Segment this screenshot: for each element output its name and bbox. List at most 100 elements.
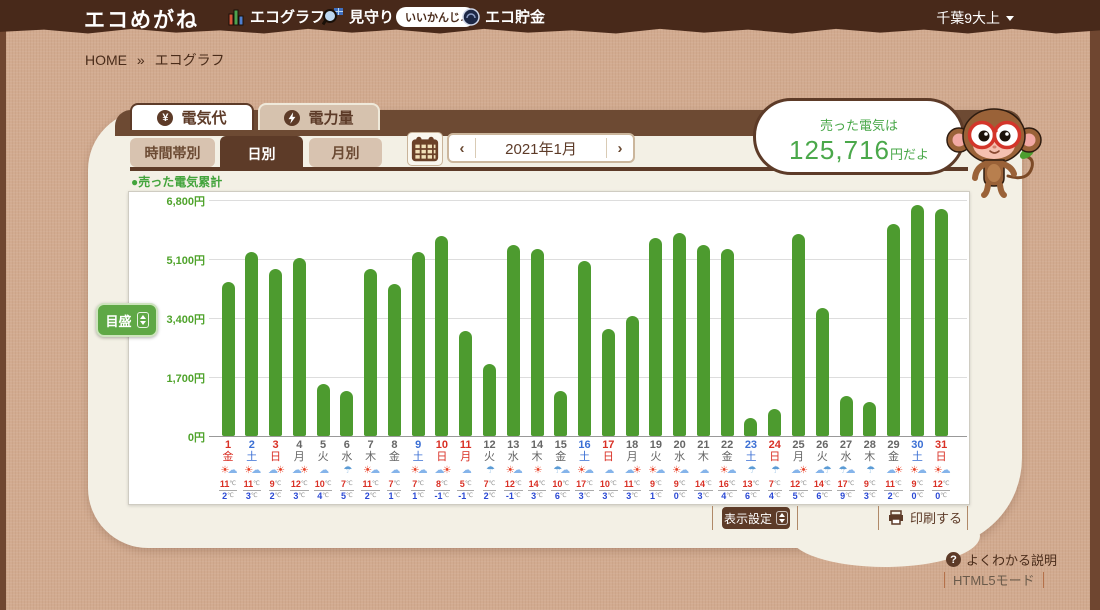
mascot-speech-bubble: 売った電気は 125,716円だよ — [753, 98, 965, 175]
bar-day-26 — [816, 308, 829, 436]
bar-day-3 — [269, 269, 282, 436]
gridline — [209, 200, 967, 201]
bar-day-8 — [388, 284, 401, 436]
bolt-icon — [284, 110, 300, 126]
prev-month-button[interactable]: ‹ — [449, 140, 475, 157]
current-month-label: 2021年1月 — [476, 138, 606, 159]
bar-day-9 — [412, 252, 425, 436]
top-navbar: エコめがね エコグラフ 見守り いいかんじ♪ — [0, 0, 1100, 38]
breadcrumb-separator: » — [137, 52, 145, 68]
breadcrumb-home-link[interactable]: HOME — [85, 52, 127, 68]
y-tick-label: 0円 — [129, 429, 205, 445]
bar-day-1 — [222, 282, 235, 436]
question-icon: ? — [946, 552, 961, 567]
calendar-button[interactable] — [407, 132, 443, 166]
tab-power-amount-label: 電力量 — [308, 107, 353, 128]
scale-button[interactable]: 目盛 — [96, 303, 158, 337]
nav-ecochokin[interactable]: エコ貯金 — [462, 6, 545, 27]
print-button[interactable]: 印刷する — [888, 508, 962, 527]
print-label: 印刷する — [910, 508, 962, 527]
tab-electricity-cost[interactable]: ¥ 電気代 — [130, 103, 254, 130]
divider — [944, 572, 945, 588]
bar-day-24 — [768, 409, 781, 436]
bar-day-28 — [863, 402, 876, 436]
tab-electricity-cost-label: 電気代 — [181, 107, 226, 128]
bar-day-5 — [317, 384, 330, 436]
subtab-by-timezone[interactable]: 時間帯別 — [130, 138, 215, 167]
nav-ecograph-label: エコグラフ — [250, 6, 325, 27]
divider — [1043, 572, 1044, 588]
bar-day-16 — [578, 261, 591, 436]
bar-day-13 — [507, 245, 520, 436]
html5-mode-label: HTML5モード — [953, 570, 1035, 589]
bubble-suffix: 円だよ — [890, 147, 929, 162]
scale-button-label: 目盛 — [105, 311, 131, 330]
bar-day-29 — [887, 224, 900, 436]
bar-day-27 — [840, 396, 853, 436]
bubble-line1: 売った電気は — [756, 115, 962, 134]
bubble-line2: 125,716円だよ — [756, 135, 962, 166]
bar-day-20 — [673, 233, 686, 436]
subtab-by-month[interactable]: 月別 — [309, 138, 382, 167]
bar-day-30 — [911, 205, 924, 436]
sold-electricity-amount: 125,716 — [789, 135, 890, 165]
page-edge-right — [1090, 0, 1100, 610]
y-tick-label: 5,100円 — [129, 252, 205, 268]
calendar-icon — [411, 135, 439, 163]
legend-label: 売った電気累計 — [138, 175, 222, 189]
display-settings-label: 表示設定 — [724, 510, 772, 527]
app-logo[interactable]: エコめがね — [84, 4, 199, 34]
bar-chart-icon — [228, 8, 245, 26]
bar-day-15 — [554, 391, 567, 436]
bar-day-25 — [792, 234, 805, 436]
bar-day-22 — [721, 249, 734, 436]
account-name: 千葉9大上 — [936, 8, 1000, 28]
tab-power-amount[interactable]: 電力量 — [258, 103, 380, 130]
divider — [967, 506, 968, 530]
nav-mimamori-label: 見守り — [349, 6, 394, 27]
help-label: よくわかる説明 — [966, 550, 1057, 569]
x-axis-line — [209, 436, 967, 437]
bar-day-31 — [935, 209, 948, 436]
bar-day-6 — [340, 391, 353, 436]
display-settings-button[interactable]: 表示設定 — [722, 507, 790, 529]
yen-coin-icon: ¥ — [157, 110, 173, 126]
bar-day-10 — [435, 236, 448, 436]
date-navigator: ‹ 2021年1月 › — [447, 133, 635, 163]
bar-day-23 — [744, 418, 757, 436]
bar-day-17 — [602, 329, 615, 436]
html5-mode-link[interactable]: HTML5モード — [944, 570, 1044, 589]
bar-day-2 — [245, 252, 258, 436]
next-month-button[interactable]: › — [607, 140, 633, 157]
y-tick-label: 6,800円 — [129, 193, 205, 209]
nav-ecochokin-label: エコ貯金 — [485, 6, 545, 27]
nav-mimamori[interactable]: 見守り — [322, 6, 394, 27]
bar-day-12 — [483, 364, 496, 436]
page-edge-left — [0, 0, 6, 610]
sort-arrows-icon — [776, 511, 788, 525]
divider — [712, 506, 713, 530]
coin-icon — [462, 8, 480, 26]
bar-day-14 — [531, 249, 544, 436]
breadcrumb-current: エコグラフ — [155, 52, 225, 68]
printer-icon — [888, 510, 904, 525]
day-label-31: 31日☀☁12℃0℃ — [926, 439, 956, 504]
chart-plot: 6,800円5,100円3,400円1,700円0円1金☀☁11℃2℃2土☀☁1… — [128, 191, 970, 505]
subtab-by-day[interactable]: 日別 — [220, 136, 303, 171]
page: エコめがね エコグラフ 見守り いいかんじ♪ — [0, 0, 1100, 610]
bar-day-4 — [293, 258, 306, 436]
gridline — [209, 259, 967, 260]
bar-day-7 — [364, 269, 377, 436]
divider — [878, 506, 879, 530]
nav-ecograph[interactable]: エコグラフ — [228, 6, 325, 27]
magnifier-icon — [322, 7, 344, 27]
weather-icon: ☀☁ — [926, 464, 956, 478]
help-link[interactable]: ? よくわかる説明 — [946, 550, 1057, 569]
bar-day-11 — [459, 331, 472, 436]
mascot-monkey — [942, 98, 1050, 205]
y-tick-label: 1,700円 — [129, 370, 205, 386]
bar-day-19 — [649, 238, 662, 436]
breadcrumb: HOME » エコグラフ — [85, 50, 225, 70]
caret-down-icon — [1006, 16, 1014, 21]
account-menu[interactable]: 千葉9大上 — [936, 8, 1014, 28]
